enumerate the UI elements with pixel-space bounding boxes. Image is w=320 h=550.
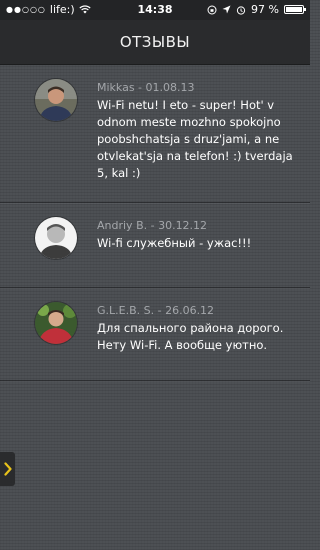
battery-icon [284, 5, 306, 14]
review-meta: Andriy B. - 30.12.12 [97, 219, 208, 232]
battery-percent: 97 % [251, 3, 279, 16]
nav-header: ОТЗЫВЫ [0, 20, 310, 65]
avatar [35, 302, 77, 344]
location-icon [222, 5, 231, 14]
avatar [35, 217, 77, 259]
page-title: ОТЗЫВЫ [119, 33, 191, 51]
status-bar: ●●○○○ life:) 14:38 97 % [0, 0, 310, 20]
review-text: Wi-Fi netu! I eto - super! Hot' v odnom … [97, 98, 293, 180]
chevron-right-icon [3, 462, 12, 476]
review-item[interactable]: G.L.E.B. S. - 26.06.12 Для спального рай… [0, 288, 310, 381]
avatar [35, 79, 77, 121]
side-menu-tab[interactable] [0, 452, 15, 486]
review-text: Wi-fi служебный - ужас!!! [97, 236, 252, 250]
review-item[interactable]: Mikkas - 01.08.13 Wi-Fi netu! I eto - su… [0, 65, 310, 203]
review-item[interactable]: Andriy B. - 30.12.12 Wi-fi служебный - у… [0, 203, 310, 288]
review-text: Для спального района дорого. Нету Wi-Fi.… [97, 321, 284, 352]
rotation-lock-icon [207, 5, 217, 14]
review-meta: Mikkas - 01.08.13 [97, 81, 195, 94]
alarm-icon [236, 5, 246, 15]
review-meta: G.L.E.B. S. - 26.06.12 [97, 304, 215, 317]
battery-fill [286, 7, 302, 12]
